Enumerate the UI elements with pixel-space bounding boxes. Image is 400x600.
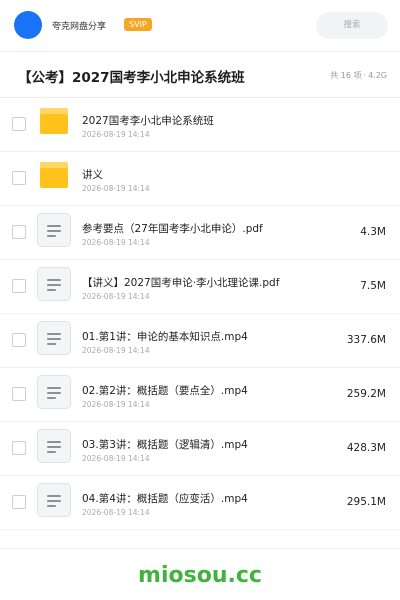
file-size: 4.3M	[360, 226, 386, 238]
file-size: 428.3M	[346, 442, 386, 454]
document-icon	[37, 321, 71, 355]
row-checkbox[interactable]	[12, 441, 26, 455]
search-input[interactable]: 搜索	[316, 12, 388, 39]
file-row[interactable]: 讲义 2026-08-19 14:14	[0, 152, 400, 206]
file-name: 03.第3讲：概括题（逻辑清）.mp4	[82, 439, 248, 451]
watermark: miosou.cc	[138, 563, 262, 588]
row-checkbox[interactable]	[12, 117, 26, 131]
file-name: 【讲义】2027国考申论·李小北理论课.pdf	[82, 277, 280, 289]
file-row[interactable]: 参考要点（27年国考李小北申论）.pdf 2026-08-19 14:14 4.…	[0, 206, 400, 260]
file-date: 2026-08-19 14:14	[82, 184, 150, 193]
folder-icon	[40, 108, 68, 134]
row-checkbox[interactable]	[12, 225, 26, 239]
file-row[interactable]: 02.第2讲：概括题（要点全）.mp4 2026-08-19 14:14 259…	[0, 368, 400, 422]
file-row[interactable]: 01.第1讲：申论的基本知识点.mp4 2026-08-19 14:14 337…	[0, 314, 400, 368]
row-checkbox[interactable]	[12, 171, 26, 185]
file-name: 01.第1讲：申论的基本知识点.mp4	[82, 331, 248, 343]
file-date: 2026-08-19 14:14	[82, 130, 150, 139]
svip-badge: SVIP	[124, 18, 152, 31]
footer: miosou.cc	[0, 548, 400, 600]
meta-separator: ·	[363, 71, 367, 80]
file-name: 2027国考李小北申论系统班	[82, 115, 214, 127]
page-title: 【公考】2027国考李小北申论系统班	[18, 70, 245, 86]
file-date: 2026-08-19 14:14	[82, 508, 150, 517]
file-date: 2026-08-19 14:14	[82, 238, 150, 247]
document-icon	[37, 375, 71, 409]
document-icon	[37, 483, 71, 517]
file-list: 2027国考李小北申论系统班 2026-08-19 14:14 讲义 2026-…	[0, 98, 400, 530]
file-date: 2026-08-19 14:14	[82, 292, 150, 301]
row-checkbox[interactable]	[12, 387, 26, 401]
file-name: 讲义	[82, 169, 103, 181]
file-name: 参考要点（27年国考李小北申论）.pdf	[82, 223, 263, 235]
file-row[interactable]: 03.第3讲：概括题（逻辑清）.mp4 2026-08-19 14:14 428…	[0, 422, 400, 476]
app-name: 夸克网盘分享	[52, 22, 107, 32]
document-icon	[37, 267, 71, 301]
file-row[interactable]: 2027国考李小北申论系统班 2026-08-19 14:14	[0, 98, 400, 152]
row-checkbox[interactable]	[12, 495, 26, 509]
item-count: 共 16 项	[330, 71, 362, 80]
folder-meta: 共 16 项 · 4.2G	[330, 70, 387, 81]
share-header: 夸克网盘分享 SVIP 搜索	[0, 0, 400, 52]
file-date: 2026-08-19 14:14	[82, 400, 150, 409]
document-icon	[37, 429, 71, 463]
row-checkbox[interactable]	[12, 333, 26, 347]
total-size: 4.2G	[368, 71, 387, 80]
title-bar: 【公考】2027国考李小北申论系统班 共 16 项 · 4.2G	[0, 52, 400, 98]
file-size: 259.2M	[346, 388, 386, 400]
avatar[interactable]	[14, 11, 42, 39]
file-row[interactable]: 【讲义】2027国考申论·李小北理论课.pdf 2026-08-19 14:14…	[0, 260, 400, 314]
file-size: 295.1M	[346, 496, 386, 508]
file-size: 7.5M	[360, 280, 386, 292]
file-name: 04.第4讲：概括题（应变活）.mp4	[82, 493, 248, 505]
file-date: 2026-08-19 14:14	[82, 346, 150, 355]
row-checkbox[interactable]	[12, 279, 26, 293]
document-icon	[37, 213, 71, 247]
file-row[interactable]: 04.第4讲：概括题（应变活）.mp4 2026-08-19 14:14 295…	[0, 476, 400, 530]
file-name: 02.第2讲：概括题（要点全）.mp4	[82, 385, 248, 397]
folder-icon	[40, 162, 68, 188]
file-date: 2026-08-19 14:14	[82, 454, 150, 463]
file-size: 337.6M	[346, 334, 386, 346]
